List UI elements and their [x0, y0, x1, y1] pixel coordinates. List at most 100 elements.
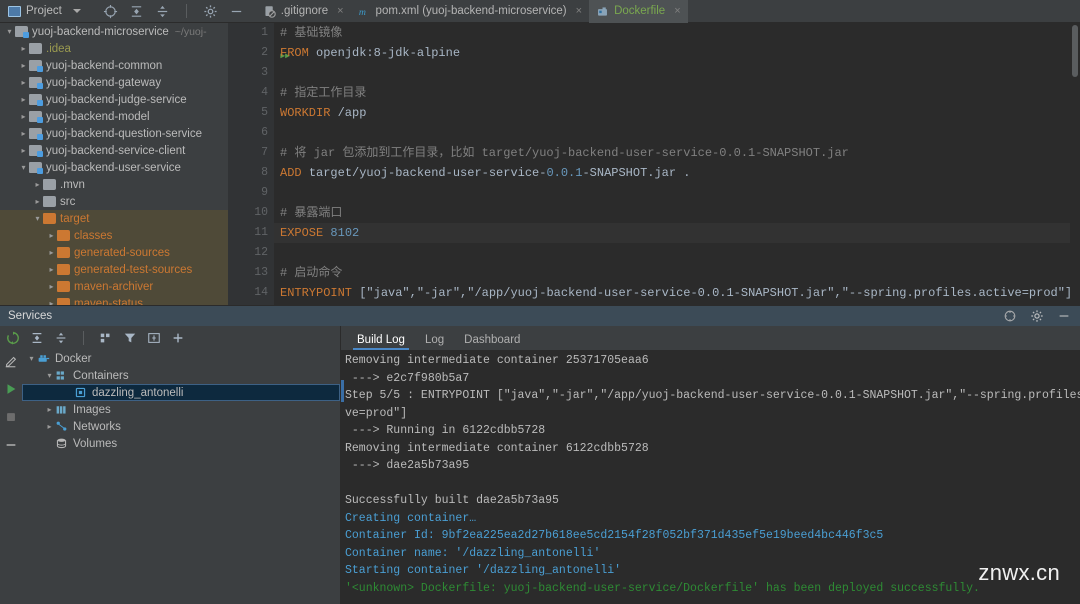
- chevron-right-icon[interactable]: ▸: [46, 231, 57, 240]
- edit-icon[interactable]: [4, 354, 18, 368]
- project-tree-item[interactable]: ▸ yuoj-backend-common: [0, 57, 228, 74]
- group-icon[interactable]: [99, 331, 113, 345]
- code-line[interactable]: ENTRYPOINT ["java","-jar","/app/yuoj-bac…: [274, 283, 1080, 303]
- settings-gear-icon[interactable]: [203, 4, 218, 19]
- folder-icon: [57, 298, 70, 305]
- editor-scrollbar[interactable]: [1070, 23, 1080, 305]
- chevron-down-icon[interactable]: ▾: [44, 371, 55, 380]
- tab-gitignore[interactable]: .gitignore ×: [256, 0, 351, 23]
- collapse-all-icon[interactable]: [129, 4, 144, 19]
- code-line[interactable]: # 指定工作目录: [274, 83, 1080, 103]
- project-tree-item[interactable]: ▸ maven-status: [0, 295, 228, 305]
- code-line[interactable]: # 启动命令: [274, 263, 1080, 283]
- close-icon[interactable]: ×: [337, 5, 343, 17]
- project-tree-item-label: src: [60, 195, 76, 208]
- project-tree-item[interactable]: ▸ .mvn: [0, 176, 228, 193]
- chevron-right-icon[interactable]: ▸: [18, 95, 29, 104]
- console-tab-build-log[interactable]: Build Log: [349, 332, 413, 350]
- minus-icon[interactable]: [4, 438, 18, 452]
- chevron-right-icon[interactable]: ▸: [18, 78, 29, 87]
- code-line[interactable]: # 基础镜像: [274, 23, 1080, 43]
- tab-dockerfile[interactable]: Dockerfile ×: [589, 0, 688, 23]
- code-editor[interactable]: 1 2 ▶▶ 3 4 5 6 7 8 9 10 11 12 13 14 # 基础镜像 FROM openjdk…: [228, 23, 1080, 305]
- project-tree-item[interactable]: ▸ maven-archiver: [0, 278, 228, 295]
- chevron-right-icon[interactable]: ▸: [46, 248, 57, 257]
- project-tree-item[interactable]: ▸ yuoj-backend-model: [0, 108, 228, 125]
- project-tree-item[interactable]: ▾ yuoj-backend-microservice ~/yuoj-: [0, 23, 228, 40]
- project-tree-item[interactable]: ▸ yuoj-backend-question-service: [0, 125, 228, 142]
- editor-code-area[interactable]: # 基础镜像 FROM openjdk:8-jdk-alpine # 指定工作目录 W…: [274, 23, 1080, 305]
- chevron-right-icon[interactable]: ▸: [46, 282, 57, 291]
- close-icon[interactable]: ×: [576, 5, 582, 17]
- chevron-right-icon[interactable]: ▸: [18, 44, 29, 53]
- project-tree-item[interactable]: ▸ generated-test-sources: [0, 261, 228, 278]
- layout-icon[interactable]: [147, 331, 161, 345]
- chevron-right-icon[interactable]: ▸: [18, 129, 29, 138]
- project-tree-item[interactable]: ▸ yuoj-backend-service-client: [0, 142, 228, 159]
- chevron-right-icon[interactable]: ▸: [18, 112, 29, 121]
- chevron-down-icon[interactable]: ▾: [18, 163, 29, 172]
- services-tree-item[interactable]: ▾ Containers: [22, 367, 340, 384]
- services-tree[interactable]: ▾ Docker ▾ Containers dazzling_antonelli ▸ Ima…: [22, 350, 340, 604]
- help-icon[interactable]: [1003, 309, 1018, 324]
- code-line[interactable]: ADD target/yuoj-backend-user-service-0.0…: [274, 163, 1080, 183]
- run-icon[interactable]: [4, 382, 18, 396]
- project-tree-item[interactable]: ▸ src: [0, 193, 228, 210]
- services-tree-item[interactable]: Volumes: [22, 435, 340, 452]
- code-line[interactable]: [274, 123, 1080, 143]
- rerun-icon[interactable]: [6, 331, 20, 345]
- minimize-icon[interactable]: [1057, 309, 1072, 324]
- services-tree-item[interactable]: ▸ Images: [22, 401, 340, 418]
- code-line[interactable]: WORKDIR /app: [274, 103, 1080, 123]
- project-tree-item[interactable]: ▾ target: [0, 210, 228, 227]
- tab-pom-xml[interactable]: m pom.xml (yuoj-backend-microservice) ×: [351, 0, 590, 23]
- gitignore-icon: [263, 5, 276, 18]
- chevron-down-icon[interactable]: ▾: [4, 27, 15, 36]
- chevron-right-icon[interactable]: ▸: [32, 180, 43, 189]
- console-tab-log[interactable]: Log: [417, 332, 452, 350]
- project-tree-item[interactable]: ▸ generated-sources: [0, 244, 228, 261]
- services-tree-item[interactable]: ▸ Networks: [22, 418, 340, 435]
- build-log-output[interactable]: Removing intermediate container 25371705…: [341, 350, 1080, 604]
- console-line: ve=prod"]: [345, 406, 408, 420]
- console-tab-dashboard[interactable]: Dashboard: [456, 332, 528, 350]
- chevron-down-icon: [72, 9, 81, 13]
- code-line[interactable]: [274, 183, 1080, 203]
- project-tool-window[interactable]: ▾ yuoj-backend-microservice ~/yuoj- ▸ .idea ▸…: [0, 23, 228, 305]
- project-view-button[interactable]: Project: [0, 0, 87, 23]
- project-tree-item[interactable]: ▸ yuoj-backend-judge-service: [0, 91, 228, 108]
- code-line[interactable]: # 暴露端口: [274, 203, 1080, 223]
- collapse-all-icon[interactable]: [30, 331, 44, 345]
- project-tree-item[interactable]: ▾ yuoj-backend-user-service: [0, 159, 228, 176]
- expand-all-icon[interactable]: [155, 4, 170, 19]
- add-icon[interactable]: [171, 331, 185, 345]
- chevron-right-icon[interactable]: ▸: [44, 422, 55, 431]
- code-line[interactable]: [274, 243, 1080, 263]
- stop-icon[interactable]: [4, 410, 18, 424]
- settings-gear-icon[interactable]: [1030, 309, 1045, 324]
- project-tree-item[interactable]: ▸ classes: [0, 227, 228, 244]
- top-toolbar: Project .gitignore × m pom.xml (yuoj-bac…: [0, 0, 1080, 23]
- services-tree-item[interactable]: dazzling_antonelli: [22, 384, 340, 401]
- services-tree-item[interactable]: ▾ Docker: [22, 350, 340, 367]
- code-line[interactable]: # 将 jar 包添加到工作目录，比如 target/yuoj-backend-…: [274, 143, 1080, 163]
- line-number: 12: [254, 246, 268, 259]
- code-line[interactable]: FROM openjdk:8-jdk-alpine: [274, 43, 1080, 63]
- minimize-icon[interactable]: [229, 4, 244, 19]
- chevron-down-icon[interactable]: ▾: [32, 214, 43, 223]
- chevron-right-icon[interactable]: ▸: [18, 61, 29, 70]
- code-line[interactable]: [274, 63, 1080, 83]
- chevron-right-icon[interactable]: ▸: [44, 405, 55, 414]
- close-icon[interactable]: ×: [674, 5, 680, 17]
- project-tree-item[interactable]: ▸ yuoj-backend-gateway: [0, 74, 228, 91]
- chevron-right-icon[interactable]: ▸: [18, 146, 29, 155]
- project-tree-item[interactable]: ▸ .idea: [0, 40, 228, 57]
- filter-icon[interactable]: [123, 331, 137, 345]
- locate-icon[interactable]: [103, 4, 118, 19]
- expand-all-icon[interactable]: [54, 331, 68, 345]
- chevron-down-icon[interactable]: ▾: [26, 354, 37, 363]
- chevron-right-icon[interactable]: ▸: [32, 197, 43, 206]
- code-line[interactable]: EXPOSE 8102: [274, 223, 1080, 243]
- editor-gutter[interactable]: 1 2 ▶▶ 3 4 5 6 7 8 9 10 11 12 13 14: [228, 23, 290, 305]
- chevron-right-icon[interactable]: ▸: [46, 265, 57, 274]
